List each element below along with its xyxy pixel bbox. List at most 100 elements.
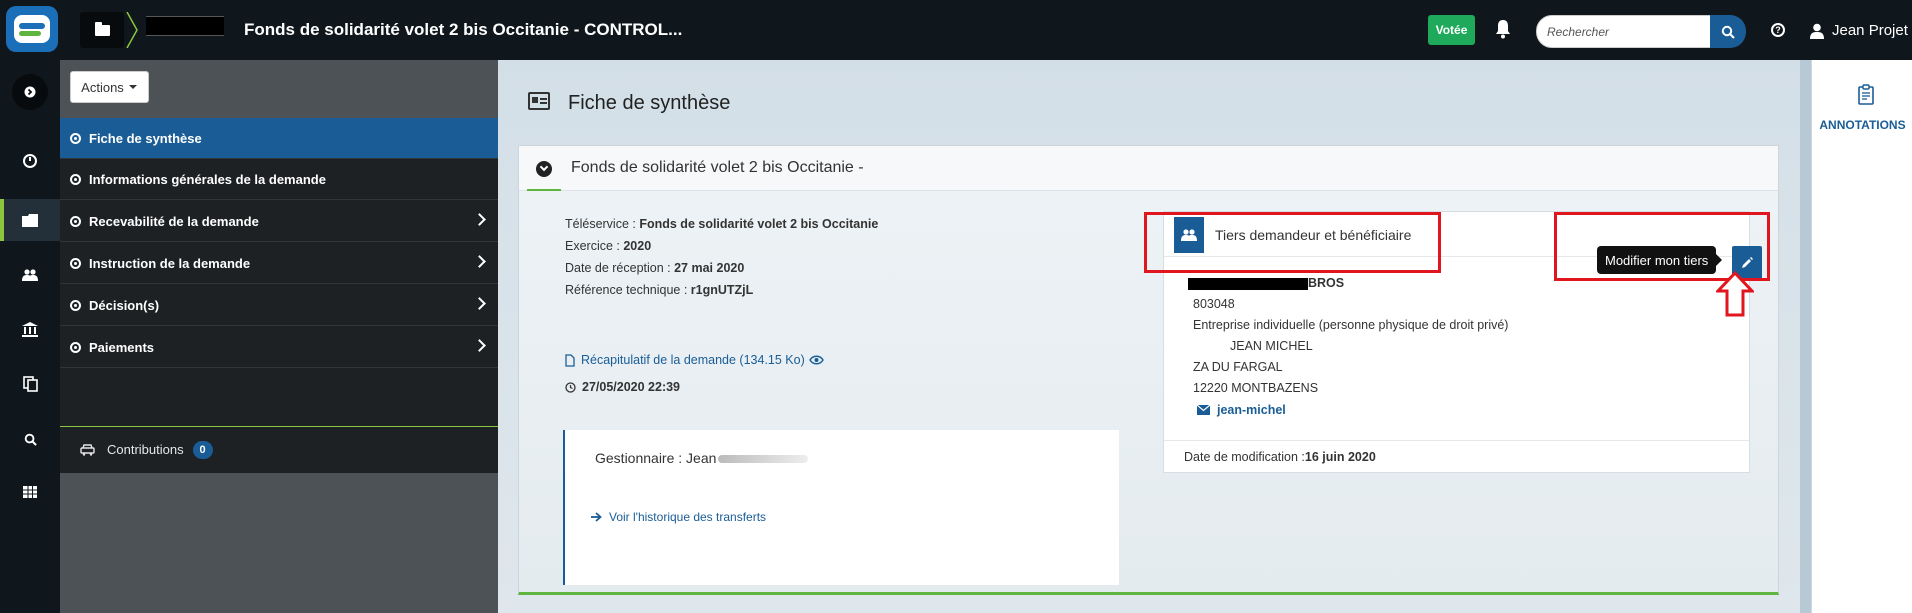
pencil-icon — [1742, 257, 1753, 268]
sidebar-item-label: Paiements — [89, 339, 155, 355]
sidebar-item-instruction[interactable]: Instruction de la demande — [60, 243, 498, 284]
top-bar: Fonds de solidarité volet 2 bis Occitani… — [0, 0, 1912, 60]
sidebar-item-decisions[interactable]: Décision(s) — [60, 285, 498, 326]
collapse-chevron-icon[interactable] — [536, 161, 552, 177]
car-icon — [80, 443, 95, 456]
summary-panel: Fonds de solidarité volet 2 bis Occitani… — [518, 145, 1779, 595]
panel-title: Fonds de solidarité volet 2 bis Occitani… — [571, 159, 864, 176]
sidebar-item-fiche-synthese[interactable]: Fiche de synthèse — [60, 118, 498, 159]
actions-label: Actions — [81, 79, 124, 95]
redacted-surname — [718, 455, 809, 464]
sidebar-item-recevabilite[interactable]: Recevabilité de la demande — [60, 201, 498, 242]
page-heading: Fiche de synthèse — [568, 92, 731, 114]
annotations-panel: ANNOTATIONS — [1811, 60, 1912, 613]
redacted-name — [1188, 277, 1308, 290]
sidebar-item-label: Décision(s) — [89, 297, 160, 313]
tiers-email: jean-michel — [1217, 403, 1286, 417]
arrow-right-icon — [591, 512, 602, 522]
users-icon — [1174, 217, 1204, 253]
circle-dot-icon — [70, 341, 81, 353]
reference-value: r1gnUTZjL — [690, 283, 754, 297]
expand-toggle-icon[interactable] — [12, 74, 48, 110]
sidebar-item-informations-generales[interactable]: Informations générales de la demande — [60, 159, 498, 200]
envelope-icon — [1197, 405, 1210, 415]
breadcrumb-separator-icon — [126, 12, 138, 48]
redacted-reference — [146, 16, 224, 36]
user-icon[interactable] — [1810, 23, 1824, 39]
search-button[interactable] — [1710, 15, 1746, 48]
table-icon[interactable] — [0, 474, 60, 510]
user-name[interactable]: Jean Projet — [1832, 22, 1908, 39]
gestionnaire-line: Gestionnaire : Jean — [595, 450, 809, 466]
redacted-siret — [1234, 298, 1305, 311]
sidebar-item-label: Recevabilité de la demande — [89, 213, 259, 229]
chevron-right-icon — [473, 297, 486, 310]
chevron-right-icon — [473, 255, 486, 268]
gestionnaire-label: Gestionnaire : Jean — [595, 450, 717, 466]
edit-tiers-tooltip: Modifier mon tiers — [1597, 246, 1723, 274]
sidebar-item-label: Fiche de synthèse — [89, 130, 202, 146]
recap-download-link[interactable]: Récapitulatif de la demande (134.15 Ko) — [565, 353, 824, 367]
teleservice-value: Fonds de solidarité volet 2 bis Occitani… — [639, 217, 879, 231]
contributions-label: Contributions — [107, 442, 184, 457]
chevron-right-icon — [473, 213, 486, 226]
folder-icon[interactable] — [80, 12, 124, 48]
circle-dot-icon — [70, 173, 81, 185]
reception-date-line: Date de réception : 27 mai 2020 — [565, 261, 745, 275]
eye-icon[interactable] — [808, 355, 824, 365]
folder-nav-icon[interactable] — [0, 199, 60, 241]
caret-down-icon — [128, 85, 137, 89]
tiers-address-line1: ZA DU FARGAL — [1193, 360, 1283, 374]
circle-dot-icon — [70, 257, 81, 269]
side-menu-list: Fiche de synthèse Informations générales… — [60, 118, 498, 473]
tiers-card-title: Tiers demandeur et bénéficiaire — [1215, 227, 1412, 243]
id-card-icon — [528, 92, 550, 110]
page-title: Fonds de solidarité volet 2 bis Occitani… — [244, 20, 683, 39]
recap-link-label: Récapitulatif de la demande (134.15 Ko) — [581, 353, 805, 367]
reference-line: Référence technique : r1gnUTZjL — [565, 283, 754, 297]
contributions-count-badge: 0 — [192, 440, 213, 459]
recap-date: 27/05/2020 22:39 — [565, 380, 680, 394]
side-menu: Actions Fiche de synthèse Informations g… — [60, 60, 498, 613]
tiers-legal-form: Entreprise individuelle (personne physiq… — [1193, 318, 1509, 332]
teleservice-line: Téléservice : Fonds de solidarité volet … — [565, 217, 879, 231]
dashboard-icon[interactable] — [0, 143, 60, 179]
circle-dot-icon — [70, 299, 81, 311]
tiers-email-link[interactable]: jean-michel — [1197, 403, 1286, 417]
bell-icon[interactable] — [1494, 19, 1512, 39]
tiers-name: BROS — [1188, 276, 1344, 290]
search-icon — [1721, 25, 1735, 39]
reception-date-value: 27 mai 2020 — [674, 261, 745, 275]
app-logo[interactable] — [6, 6, 58, 52]
sidebar-item-paiements[interactable]: Paiements — [60, 327, 498, 368]
file-icon — [565, 353, 575, 367]
actions-dropdown-button[interactable]: Actions — [70, 71, 149, 103]
sidebar-item-contributions[interactable]: Contributions 0 — [60, 426, 498, 472]
gestionnaire-box: Gestionnaire : Jean Voir l'historique de… — [563, 430, 1119, 585]
institution-icon[interactable] — [0, 311, 60, 347]
annotations-label[interactable]: ANNOTATIONS — [1812, 118, 1912, 132]
scrollbar[interactable] — [1800, 60, 1811, 613]
icon-rail — [0, 60, 60, 613]
panel-header[interactable]: Fonds de solidarité volet 2 bis Occitani… — [519, 146, 1778, 191]
documents-icon[interactable] — [0, 366, 60, 402]
circle-dot-icon — [70, 215, 81, 227]
exercice-line: Exercice : 2020 — [565, 239, 652, 253]
users-icon[interactable] — [0, 257, 60, 293]
search-input[interactable]: Rechercher — [1536, 15, 1712, 48]
transfer-history-label: Voir l'historique des transferts — [609, 510, 767, 524]
main-content: Fiche de synthèse Fonds de solidarité vo… — [498, 60, 1800, 613]
sidebar-item-label: Instruction de la demande — [89, 255, 251, 271]
tiers-contact: JEAN MICHEL — [1230, 339, 1313, 353]
annotations-icon[interactable] — [1856, 84, 1876, 106]
tiers-modified-value: 16 juin 2020 — [1304, 450, 1376, 464]
chevron-right-icon — [473, 339, 486, 352]
search-nav-icon[interactable] — [0, 421, 60, 457]
help-icon[interactable]: ? — [1771, 23, 1785, 37]
exercice-value: 2020 — [623, 239, 652, 253]
recap-date-value: 27/05/2020 22:39 — [582, 380, 681, 394]
sidebar-item-label: Informations générales de la demande — [89, 171, 326, 187]
panel-header-accent — [527, 189, 561, 191]
tiers-modified-line: Date de modification : 16 juin 2020 — [1164, 440, 1749, 473]
transfer-history-link[interactable]: Voir l'historique des transferts — [591, 510, 766, 524]
